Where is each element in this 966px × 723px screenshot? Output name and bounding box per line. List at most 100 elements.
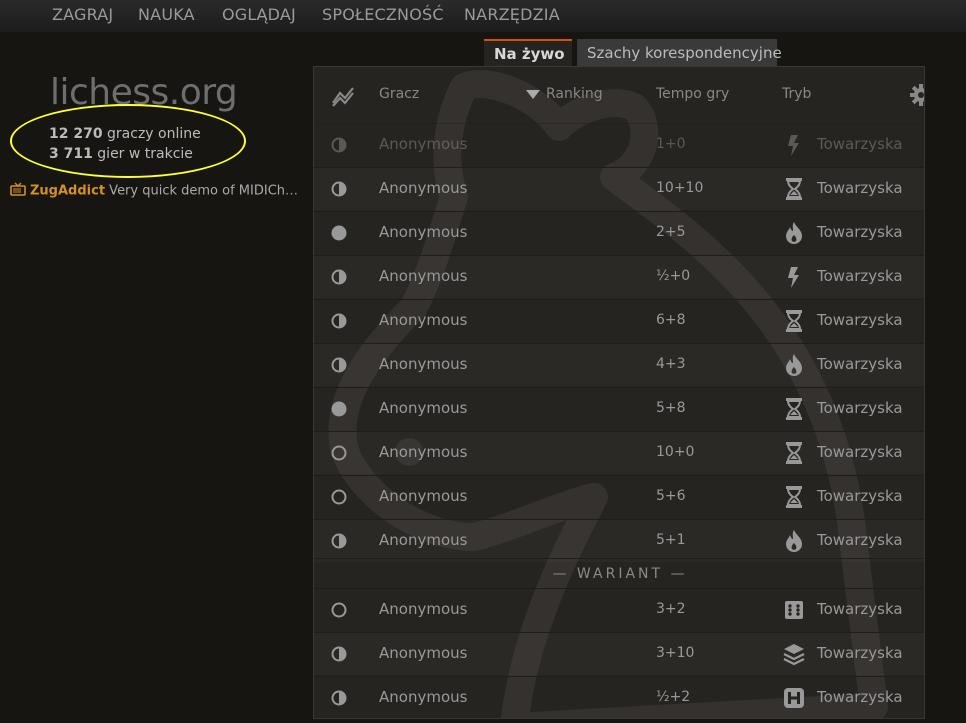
blitz-icon [782,529,806,553]
lobby-table: Gracz Ranking Tempo gry Tryb Anonymous 1+… [313,66,925,719]
side-panel: lichess.org 12 270 graczy online 3 711 g… [0,32,310,723]
rapid-icon [782,397,806,421]
color-half-icon [331,313,347,329]
game-mode: Towarzyska [817,443,903,461]
blitz-icon [782,221,806,245]
player-name: Anonymous [379,267,468,285]
time-control: 5+8 [656,400,686,416]
player-name: Anonymous [379,644,468,662]
nav-watch[interactable]: OGLĄDAJ [222,5,296,24]
color-black-icon [331,401,347,417]
player-name: Anonymous [379,600,468,618]
time-control: 5+6 [656,488,686,504]
time-control: 3+10 [656,645,695,661]
blitz-icon [782,353,806,377]
tab-correspondence[interactable]: Szachy korespondencyjne [577,39,782,67]
seek-row[interactable]: Anonymous 3+10 Towarzyska [314,632,924,675]
seek-row[interactable]: Anonymous 2+5 Towarzyska [314,211,924,254]
game-mode: Towarzyska [817,644,903,662]
time-control: 2+5 [656,224,686,240]
players-count: 12 270 [49,126,103,142]
player-name: Anonymous [379,531,468,549]
color-half-icon [331,357,347,373]
player-name: Anonymous [379,311,468,329]
game-mode: Towarzyska [817,600,903,618]
game-mode: Towarzyska [817,311,903,329]
nav-play[interactable]: ZAGRAJ [52,5,113,24]
nav-community[interactable]: SPOŁECZNOŚĆ [322,5,444,24]
horde-icon [782,686,806,710]
time-control: 10+10 [656,180,704,196]
games-label: gier w trakcie [92,146,193,162]
online-stats: 12 270 graczy online 3 711 gier w trakci… [49,124,201,164]
seek-row[interactable]: Anonymous 6+8 Towarzyska [314,299,924,342]
chess960-icon [782,598,806,622]
crazyhouse-icon [782,642,806,666]
tab-live[interactable]: Na żywo [484,39,572,67]
bullet-icon [782,133,806,157]
rapid-icon [782,309,806,333]
games-count: 3 711 [49,146,93,162]
player-name: Anonymous [379,179,468,197]
color-half-icon [331,269,347,285]
gear-icon[interactable] [910,84,924,110]
header-rating-label: Ranking [546,86,603,102]
seek-row[interactable]: Anonymous 5+6 Towarzyska [314,475,924,518]
seek-row[interactable]: Anonymous 5+1 Towarzyska [314,519,924,562]
chart-line-icon[interactable] [331,85,357,111]
rapid-icon [782,177,806,201]
game-mode: Towarzyska [817,688,903,706]
tv-icon [10,182,26,200]
header-time[interactable]: Tempo gry [656,86,729,102]
color-white-icon [331,489,347,505]
seek-row[interactable]: Anonymous 5+8 Towarzyska [314,387,924,430]
color-half-icon [331,181,347,197]
time-control: 4+3 [656,356,686,372]
time-control: ½+2 [656,689,691,705]
bullet-icon [782,265,806,289]
time-control: 5+1 [656,532,686,548]
time-control: ½+0 [656,268,691,284]
sort-desc-icon [526,90,540,99]
color-black-icon [331,225,347,241]
player-name: Anonymous [379,443,468,461]
color-half-icon [331,646,347,662]
color-white-icon [331,602,347,618]
rapid-icon [782,441,806,465]
seek-row[interactable]: Anonymous 10+0 Towarzyska [314,431,924,474]
color-half-icon [331,137,347,153]
variant-separator: — WARIANT — [314,558,924,588]
seek-row[interactable]: Anonymous ½+0 Towarzyska [314,255,924,298]
game-mode: Towarzyska [817,531,903,549]
game-mode: Towarzyska [817,179,903,197]
seek-row[interactable]: Anonymous 4+3 Towarzyska [314,343,924,386]
table-header: Gracz Ranking Tempo gry Tryb [314,67,924,123]
nav-tools[interactable]: NARZĘDZIA [464,5,560,24]
seek-row[interactable]: Anonymous 3+2 Towarzyska [314,588,924,631]
color-half-icon [331,690,347,706]
game-mode: Towarzyska [817,355,903,373]
stream-link[interactable]: ZugAddict Very quick demo of MIDIChes... [10,182,300,200]
stream-title: Very quick demo of MIDIChes... [105,183,300,199]
player-name: Anonymous [379,399,468,417]
player-name: Anonymous [379,223,468,241]
header-player[interactable]: Gracz [379,86,419,102]
seek-row[interactable]: Anonymous 10+10 Towarzyska [314,167,924,210]
player-name: Anonymous [379,487,468,505]
games-in-progress[interactable]: 3 711 gier w trakcie [49,144,201,164]
header-rating[interactable]: Ranking [526,86,603,102]
player-name: Anonymous [379,135,468,153]
time-control: 6+8 [656,312,686,328]
rapid-icon [782,485,806,509]
game-mode: Towarzyska [817,135,903,153]
header-mode[interactable]: Tryb [782,86,811,102]
player-name: Anonymous [379,688,468,706]
seek-row[interactable]: Anonymous 1+0 Towarzyska [314,123,924,166]
seek-row[interactable]: Anonymous ½+2 Towarzyska [314,676,924,718]
time-control: 3+2 [656,601,686,617]
time-control: 1+0 [656,136,686,152]
time-control: 10+0 [656,444,695,460]
color-half-icon [331,533,347,549]
nav-learn[interactable]: NAUKA [138,5,195,24]
players-online: 12 270 graczy online [49,124,201,144]
